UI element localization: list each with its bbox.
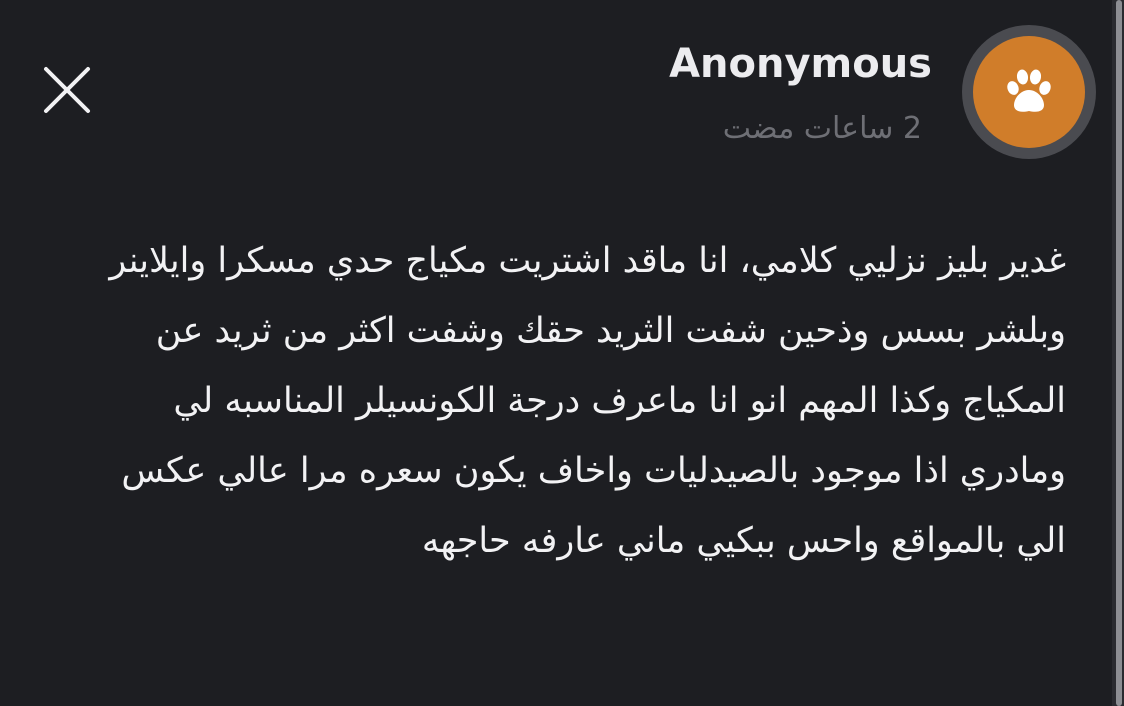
scrollbar-thumb[interactable] [1116,0,1122,706]
paw-icon [1007,69,1051,112]
avatar[interactable] [962,25,1096,159]
author-name[interactable]: Anonymous [669,37,932,91]
scrollbar[interactable] [1112,0,1124,706]
close-button[interactable] [40,63,94,117]
close-icon [44,67,90,113]
post-body: غدير بليز نزليي كلامي، انا ماقد اشتريت م… [109,241,1066,561]
post-timestamp: 2 ساعات مضت [722,111,922,146]
avatar-circle [973,36,1085,148]
